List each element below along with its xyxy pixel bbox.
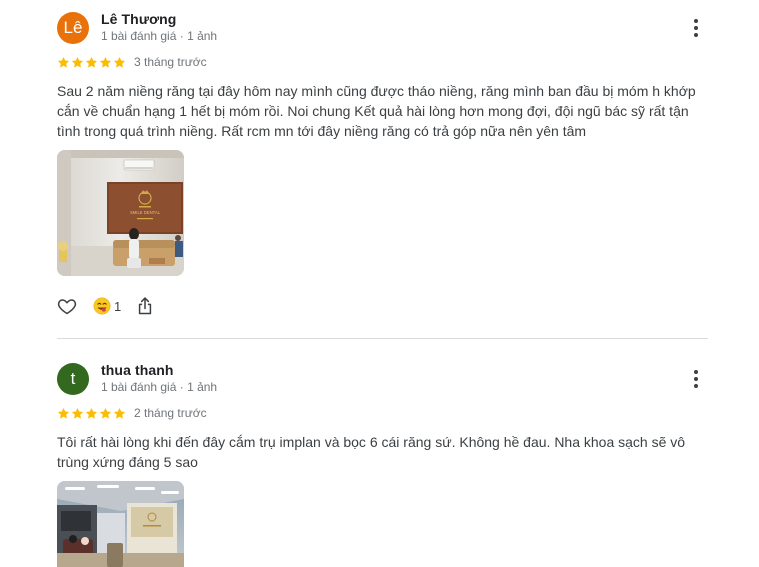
star-icon [85,56,98,68]
star-icon [85,407,98,419]
share-button[interactable] [135,296,155,316]
star-icon [57,407,70,419]
star-rating [57,407,126,420]
star-icon [71,56,84,68]
star-icon [113,407,126,419]
like-button[interactable] [57,296,77,316]
reviewer-meta: 1 bài đánh giá · 1 ảnh [101,380,218,394]
share-icon [139,297,152,315]
star-icon [57,56,70,68]
reviewer-avatar[interactable]: t [57,363,89,395]
star-icon [99,407,112,419]
star-icon [71,407,84,419]
review-time: 3 tháng trước [134,55,207,69]
more-options-icon[interactable] [684,367,708,391]
clinic-interior-photo [57,481,184,567]
reaction-button[interactable]: 1 [93,297,121,315]
review-text: Tôi rất hài lòng khi đến đây cắm trụ imp… [57,434,686,470]
reviewer-avatar[interactable]: Lê [57,12,89,44]
review-photo[interactable] [57,481,184,567]
reviewer-name[interactable]: thua thanh [101,362,174,378]
reviewer-meta: 1 bài đánh giá · 1 ảnh [101,29,218,43]
review-photo[interactable]: SMILE DENTAL [57,150,184,276]
review-text: Sau 2 năm niềng răng tại đây hôm nay mìn… [57,83,696,139]
sign-text: SMILE DENTAL [130,210,161,215]
more-options-icon[interactable] [684,16,708,40]
clinic-reception-photo: SMILE DENTAL [57,150,184,276]
rating-row: 2 tháng trước [57,406,207,420]
reviewer-name[interactable]: Lê Thương [101,11,176,27]
review-actions: 1 [57,296,155,316]
reaction-count: 1 [114,298,122,314]
review-card: Lê Lê Thương 1 bài đánh giá · 1 ảnh 3 th… [0,0,759,340]
yum-emoji-icon [93,297,111,315]
heart-outline-icon [57,299,77,315]
star-icon [113,56,126,68]
star-icon [99,56,112,68]
rating-row: 3 tháng trước [57,55,207,69]
review-time: 2 tháng trước [134,406,207,420]
review-divider [57,338,708,339]
star-rating [57,56,126,69]
review-card: t thua thanh 1 bài đánh giá · 1 ảnh 2 th… [0,351,759,567]
